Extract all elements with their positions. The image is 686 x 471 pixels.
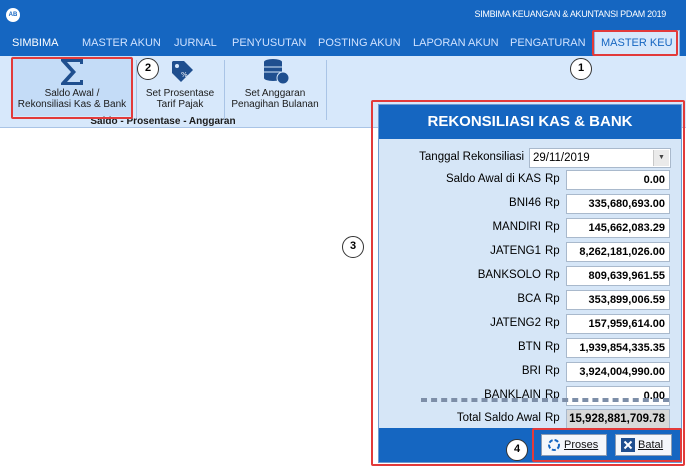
annotation-frame-1 — [592, 30, 678, 56]
menu-pengaturan[interactable]: PENGATURAN — [510, 30, 586, 56]
menu-posting-akun[interactable]: POSTING AKUN — [318, 30, 401, 56]
ribbon-separator — [326, 60, 327, 120]
set-prosentase-label-line1: Set Prosentase — [145, 88, 215, 99]
menu-penyusutan[interactable]: PENYUSUTAN — [232, 30, 306, 56]
ribbon-separator — [224, 60, 225, 120]
app-logo-icon: AB — [6, 8, 20, 22]
set-prosentase-label-line2: Tarif Pajak — [156, 99, 204, 110]
menu-laporan-akun[interactable]: LAPORAN AKUN — [413, 30, 499, 56]
annotation-frame-3 — [371, 100, 685, 466]
title-bar: AB SIMBIMA KEUANGAN & AKUNTANSI PDAM 201… — [0, 0, 686, 30]
tag-icon: % — [172, 61, 193, 82]
callout-4: 4 — [506, 439, 528, 461]
annotation-frame-4 — [532, 428, 682, 462]
set-anggaran-label-line2: Penagihan Bulanan — [231, 99, 319, 110]
annotation-frame-2 — [11, 57, 133, 119]
menu-bar: SIMBIMA MASTER AKUN JURNAL PENYUSUTAN PO… — [0, 30, 686, 56]
menu-master-akun[interactable]: MASTER AKUN — [82, 30, 161, 56]
menu-simbima[interactable]: SIMBIMA — [12, 30, 58, 56]
menu-jurnal[interactable]: JURNAL — [174, 30, 217, 56]
coins-icon — [264, 59, 290, 85]
set-anggaran-label-line1: Set Anggaran — [244, 88, 306, 99]
window-title: SIMBIMA KEUANGAN & AKUNTANSI PDAM 2019 — [474, 9, 667, 19]
set-anggaran-button[interactable]: Set Anggaran Penagihan Bulanan — [228, 56, 322, 116]
callout-2: 2 — [137, 58, 159, 80]
svg-text:%: % — [181, 71, 188, 79]
callout-3: 3 — [342, 236, 364, 258]
callout-1: 1 — [570, 58, 592, 80]
